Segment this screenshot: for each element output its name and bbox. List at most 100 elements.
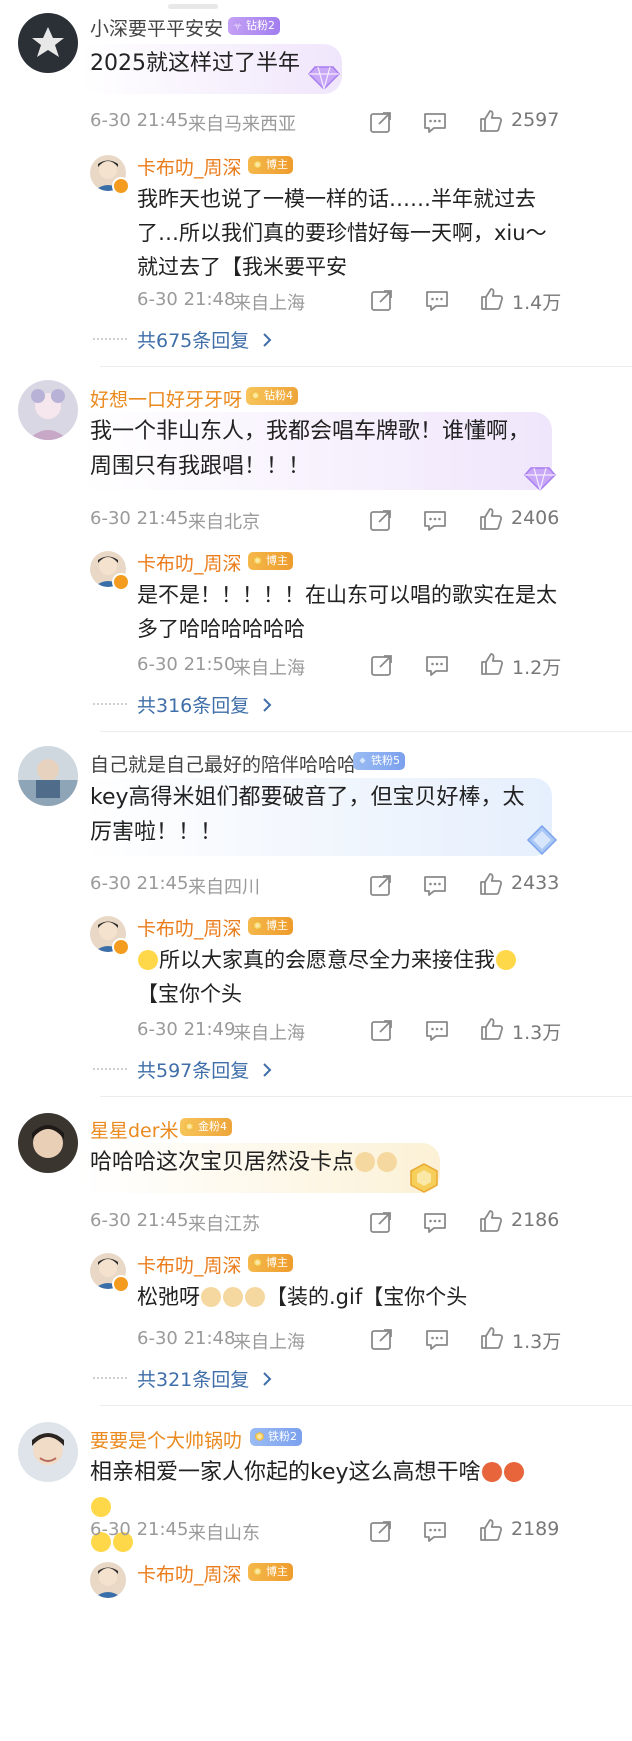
divider: [100, 1405, 632, 1406]
reply-button[interactable]: [422, 1518, 448, 1544]
crown-icon: [252, 1566, 263, 1577]
reply-button[interactable]: [424, 1017, 450, 1043]
reply-text: 我昨天也说了一模一样的话……半年就过去了…所以我们真的要珍惜好每一天啊，xiu～…: [137, 187, 547, 279]
thumbs-up-icon: [478, 1517, 504, 1543]
crown-icon: [252, 555, 263, 566]
cat-emoji-icon: [245, 1287, 265, 1307]
comment-icon: [424, 1326, 450, 1352]
comment-location: 来自江苏: [188, 1214, 260, 1235]
comment-icon: [422, 872, 448, 898]
comment-location: 来自北京: [188, 512, 260, 533]
chevron-right-icon: [261, 697, 273, 713]
dotted-line: [93, 703, 127, 705]
comment-icon: [424, 1017, 450, 1043]
verified-icon: [112, 573, 130, 591]
share-button[interactable]: [369, 287, 395, 313]
user-avatar[interactable]: [18, 746, 78, 806]
share-button[interactable]: [368, 1518, 394, 1544]
verified-icon: [112, 177, 130, 195]
comment-text: key高得米姐们都要破音了，但宝贝好棒，太厉害啦！！！: [90, 785, 525, 845]
like-button[interactable]: [479, 1016, 505, 1042]
reply-button[interactable]: [422, 109, 448, 135]
like-button[interactable]: [479, 651, 505, 677]
reply-button[interactable]: [422, 872, 448, 898]
share-button[interactable]: [369, 652, 395, 678]
comment-icon: [422, 1518, 448, 1544]
thumbs-up-icon: [479, 651, 505, 677]
like-count: 1.3万: [512, 1022, 562, 1044]
user-name[interactable]: 小深要平平安安: [90, 14, 223, 41]
fan-badge: 金粉4: [180, 1118, 232, 1136]
share-button[interactable]: [368, 872, 394, 898]
crown-icon: [252, 159, 263, 170]
user-name[interactable]: 好想一口好牙牙呀: [90, 385, 242, 412]
user-name[interactable]: 自己就是自己最好的陪伴哈哈哈: [90, 750, 356, 777]
reply-button[interactable]: [422, 1209, 448, 1235]
more-replies-link[interactable]: 共597条回复: [137, 1056, 273, 1083]
reply-location: 来自上海: [233, 1332, 305, 1353]
angry-emoji-icon: [481, 1462, 502, 1482]
thumbs-up-icon: [479, 1325, 505, 1351]
like-button[interactable]: [478, 108, 504, 134]
like-button[interactable]: [479, 1325, 505, 1351]
divider: [100, 731, 632, 732]
comment-time: 6-30 21:45: [90, 508, 189, 529]
share-button[interactable]: [369, 1326, 395, 1352]
dotted-line: [93, 1377, 127, 1379]
like-button[interactable]: [478, 1208, 504, 1234]
share-icon: [369, 1326, 395, 1352]
comment-text: 相亲相爱一家人你起的key这么高想干啥: [90, 1455, 540, 1560]
crown-icon: [252, 920, 263, 931]
reply-button[interactable]: [422, 507, 448, 533]
like-button[interactable]: [478, 1517, 504, 1543]
user-name[interactable]: 星星der米: [90, 1116, 179, 1143]
user-avatar[interactable]: [18, 380, 78, 440]
author-name[interactable]: 卡布叻_周深: [137, 153, 242, 180]
reply-text: 松弛呀 【装的.gif【宝你个头: [137, 1285, 468, 1309]
comment-icon: [422, 507, 448, 533]
share-button[interactable]: [368, 109, 394, 135]
reply-button[interactable]: [424, 287, 450, 313]
thumbs-up-icon: [479, 286, 505, 312]
user-avatar[interactable]: [18, 13, 78, 73]
like-button[interactable]: [478, 506, 504, 532]
comment-feed[interactable]: 小深要平平安安 钻粉2 2025就这样过了半年 6-30 21:45 来自马来西…: [0, 0, 632, 1741]
like-button[interactable]: [478, 871, 504, 897]
share-icon: [369, 652, 395, 678]
verified-icon: [112, 1275, 130, 1293]
user-avatar[interactable]: [18, 1113, 78, 1173]
author-name[interactable]: 卡布叻_周深: [137, 549, 242, 576]
diamond-icon: [232, 20, 243, 31]
reply-time: 6-30 21:49: [137, 1019, 236, 1040]
reply-button[interactable]: [424, 1326, 450, 1352]
more-replies-link[interactable]: 共675条回复: [137, 326, 273, 353]
divider: [100, 1096, 632, 1097]
comment-icon: [424, 287, 450, 313]
like-button[interactable]: [479, 286, 505, 312]
gold-badge-decoration-icon: [406, 1160, 442, 1196]
comment-time: 6-30 21:45: [90, 110, 189, 131]
author-name[interactable]: 卡布叻_周深: [137, 1560, 242, 1587]
fan-badge: 铁粉5: [353, 752, 405, 770]
user-avatar[interactable]: [18, 1422, 78, 1482]
crown-icon: [184, 1121, 195, 1132]
reply-location: 来自上海: [233, 658, 305, 679]
thumbs-up-icon: [479, 1016, 505, 1042]
comment-text: 2025就这样过了半年: [90, 51, 300, 76]
author-name[interactable]: 卡布叻_周深: [137, 1251, 242, 1278]
share-button[interactable]: [369, 1017, 395, 1043]
author-name[interactable]: 卡布叻_周深: [137, 914, 242, 941]
crown-icon: [250, 390, 261, 401]
reply-location: 来自上海: [233, 1023, 305, 1044]
share-button[interactable]: [368, 507, 394, 533]
author-avatar[interactable]: [90, 1562, 126, 1598]
more-replies-link[interactable]: 共321条回复: [137, 1365, 273, 1392]
user-name[interactable]: 要要是个大帅锅叻: [90, 1426, 242, 1453]
comment-icon: [422, 1209, 448, 1235]
more-replies-link[interactable]: 共316条回复: [137, 691, 273, 718]
share-icon: [369, 1017, 395, 1043]
reply-button[interactable]: [424, 652, 450, 678]
share-button[interactable]: [368, 1209, 394, 1235]
thumbs-up-icon: [478, 1208, 504, 1234]
dotted-line: [93, 338, 127, 340]
